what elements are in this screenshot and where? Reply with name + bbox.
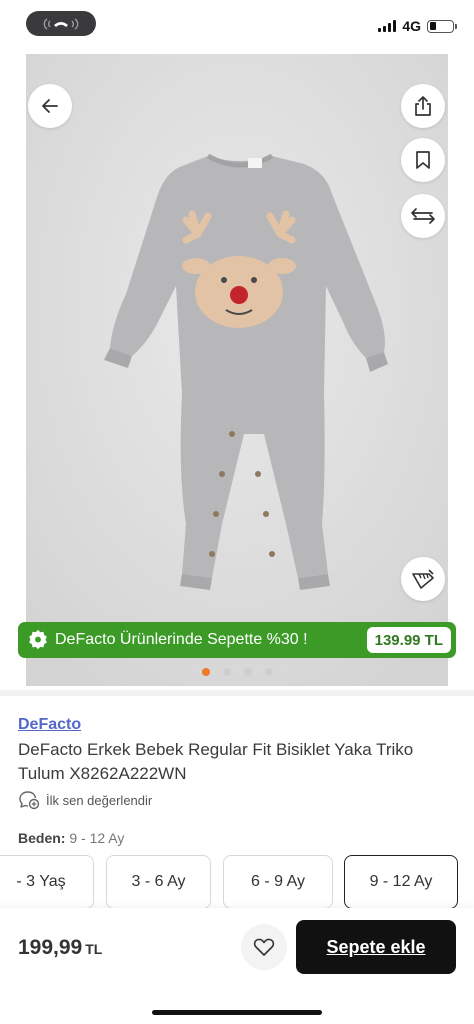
compare-button[interactable]	[401, 194, 445, 238]
bottom-purchase-bar: 199,99 TL Sepete ekle	[0, 908, 474, 1024]
size-selector: - 3 Yaş 3 - 6 Ay 6 - 9 Ay 9 - 12 Ay	[0, 855, 474, 909]
size-label-text: Beden:	[18, 830, 66, 846]
home-indicator	[152, 1010, 322, 1015]
size-label: Beden: 9 - 12 Ay	[18, 830, 124, 846]
brand-link[interactable]: DeFacto	[18, 716, 81, 734]
promo-text: DeFacto Ürünlerinde Sepette %30 !	[55, 631, 308, 648]
product-photo	[26, 54, 448, 686]
discount-badge-icon	[29, 629, 47, 650]
price-currency: TL	[85, 941, 103, 957]
battery-icon	[427, 19, 457, 33]
size-option[interactable]: 6 - 9 Ay	[223, 855, 333, 909]
add-review-icon	[19, 791, 40, 810]
product-title: DeFacto Erkek Bebek Regular Fit Bisiklet…	[18, 740, 414, 783]
carousel-dot[interactable]	[222, 668, 231, 676]
size-option[interactable]: 3 - 6 Ay	[106, 855, 211, 909]
rate-prompt-text: İlk sen değerlendir	[46, 792, 153, 808]
share-button[interactable]	[401, 84, 445, 128]
carousel-dot[interactable]	[264, 668, 273, 676]
section-divider	[0, 690, 474, 696]
share-icon	[415, 96, 431, 116]
size-option[interactable]: - 3 Yaş	[0, 855, 94, 909]
compare-arrows-icon	[411, 208, 435, 224]
product-price: 199,99 TL	[18, 936, 102, 960]
selected-size-value: 9 - 12 Ay	[69, 830, 125, 846]
status-bar: 4G	[0, 0, 474, 50]
favorite-button[interactable]	[241, 924, 287, 970]
promo-banner[interactable]: DeFacto Ürünlerinde Sepette %30 ! 139.99…	[18, 622, 456, 658]
bookmark-icon	[416, 151, 430, 169]
arrow-left-icon	[42, 99, 58, 113]
back-button[interactable]	[28, 84, 72, 128]
add-to-cart-button[interactable]: Sepete ekle	[296, 920, 456, 974]
size-option-selected[interactable]: 9 - 12 Ay	[344, 855, 458, 909]
heart-icon	[253, 938, 275, 956]
image-carousel-dots	[0, 668, 474, 676]
size-guide-button[interactable]	[401, 557, 445, 601]
network-type: 4G	[402, 18, 421, 34]
rate-product-link[interactable]: İlk sen değerlendir	[18, 790, 152, 810]
carousel-dot-active[interactable]	[201, 668, 210, 676]
bookmark-button[interactable]	[401, 138, 445, 182]
signal-icon	[378, 20, 397, 32]
ruler-icon	[412, 569, 434, 589]
phone-icon	[43, 17, 79, 30]
active-call-pill[interactable]	[26, 11, 96, 36]
promo-price: 139.99 TL	[366, 627, 451, 653]
carousel-dot[interactable]	[243, 668, 252, 676]
product-image[interactable]	[26, 54, 448, 686]
price-value: 199,99	[18, 936, 83, 959]
